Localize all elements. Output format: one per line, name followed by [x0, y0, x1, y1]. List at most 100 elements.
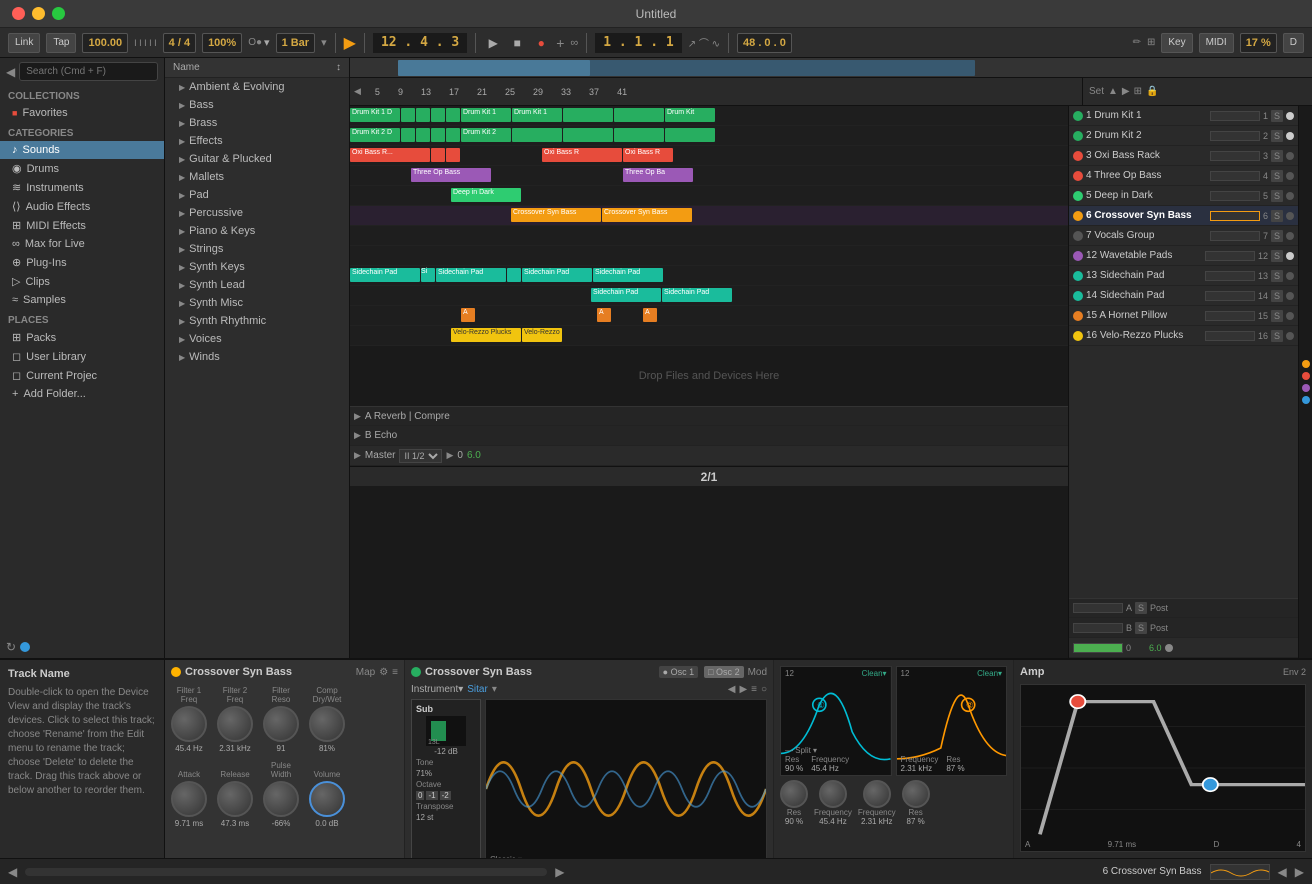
right-track-13[interactable]: 13 Sidechain Pad 13 S — [1069, 266, 1298, 286]
device-options-icon[interactable]: ≡ — [392, 667, 398, 678]
arr-track-3[interactable]: Oxi Bass R... Oxi Bass R Oxi Bass R — [350, 146, 1068, 166]
arr-track-5[interactable]: Deep in Dark — [350, 186, 1068, 206]
maximize-button[interactable] — [52, 7, 65, 20]
link-button[interactable]: Link — [8, 33, 40, 53]
track-15-arm[interactable] — [1286, 312, 1294, 320]
track-7-play-btn[interactable] — [1073, 231, 1083, 241]
minimize-button[interactable] — [32, 7, 45, 20]
sidebar-item-favorites[interactable]: ■ Favorites — [0, 104, 164, 122]
clip[interactable]: Drum Kit 1 — [461, 108, 511, 122]
track-16-solo[interactable]: S — [1271, 330, 1283, 342]
track-6-arm[interactable] — [1286, 212, 1294, 220]
clip[interactable]: Crossover Syn Bass — [602, 208, 692, 222]
browser-item-synth-lead[interactable]: ▶ Synth Lead — [165, 276, 349, 294]
status-end-left[interactable]: ◀ — [1278, 865, 1287, 879]
right-track-6[interactable]: 6 Crossover Syn Bass 6 S — [1069, 206, 1298, 226]
track-7-arm[interactable] — [1286, 232, 1294, 240]
res2-knob[interactable] — [902, 780, 930, 808]
browser-item-effects[interactable]: ▶ Effects — [165, 132, 349, 150]
browser-item-guitar[interactable]: ▶ Guitar & Plucked — [165, 150, 349, 168]
master-fader[interactable] — [1073, 643, 1123, 653]
clip[interactable] — [665, 128, 715, 142]
clip[interactable]: Three Op Ba — [623, 168, 693, 182]
right-track-16[interactable]: 16 Velo-Rezzo Plucks 16 S — [1069, 326, 1298, 346]
sidebar-item-midi-effects[interactable]: ⊞ MIDI Effects — [0, 216, 164, 235]
browser-item-strings[interactable]: ▶ Strings — [165, 240, 349, 258]
clip[interactable]: Sidechain Pad — [522, 268, 592, 282]
clip[interactable]: Three Op Bass — [411, 168, 491, 182]
clip[interactable] — [431, 148, 445, 162]
device-map-btn[interactable]: Map — [356, 667, 375, 678]
stop-button[interactable]: ■ — [508, 34, 526, 52]
status-nav-right[interactable]: ▶ — [555, 865, 564, 879]
sidebar-item-max-live[interactable]: ∞ Max for Live — [0, 235, 164, 253]
track-14-fader[interactable] — [1205, 291, 1255, 301]
track-13-fader[interactable] — [1205, 271, 1255, 281]
browser-item-percussive[interactable]: ▶ Percussive — [165, 204, 349, 222]
clip[interactable]: Sidechain Pad — [436, 268, 506, 282]
osc1-tab[interactable]: ● Osc 1 — [659, 666, 698, 678]
overview-bar[interactable] — [350, 58, 1312, 78]
arr-track-16[interactable]: Velo-Rezzo Plucks Velo-Rezzo — [350, 326, 1068, 346]
arr-track-4[interactable]: Three Op Bass Three Op Ba — [350, 166, 1068, 186]
clip[interactable]: Drum Kit 2 — [461, 128, 511, 142]
track-7-solo[interactable]: S — [1271, 230, 1283, 242]
track-4-solo[interactable]: S — [1271, 170, 1283, 182]
arr-track-1[interactable]: Drum Kit 1 D Drum Kit 1 Drum Kit 1 Drum … — [350, 106, 1068, 126]
track-14-arm[interactable] — [1286, 292, 1294, 300]
return-b-fader[interactable] — [1073, 623, 1123, 633]
right-track-14[interactable]: 14 Sidechain Pad 14 S — [1069, 286, 1298, 306]
track-1-arm[interactable] — [1286, 112, 1294, 120]
track-5-arm[interactable] — [1286, 192, 1294, 200]
browser-item-ambient[interactable]: ▶ Ambient & Evolving — [165, 78, 349, 96]
bpm-display[interactable]: 100.00 — [82, 33, 128, 53]
return-b-track[interactable]: ▶ B Echo — [350, 426, 1068, 446]
sidebar-item-audio-effects[interactable]: ⟨⟩ Audio Effects — [0, 197, 164, 216]
clip[interactable] — [431, 128, 445, 142]
clip[interactable] — [614, 108, 664, 122]
clip[interactable] — [416, 108, 430, 122]
freq1-knob[interactable] — [819, 780, 847, 808]
play-button[interactable]: ▶ — [484, 34, 502, 52]
clip[interactable] — [446, 108, 460, 122]
track-16-play-btn[interactable] — [1073, 331, 1083, 341]
right-device-mod-btn[interactable]: Mod — [748, 667, 767, 678]
track-12-play-btn[interactable] — [1073, 251, 1083, 261]
clip[interactable]: Sidechain Pad — [662, 288, 732, 302]
record-button[interactable]: ● — [532, 34, 550, 52]
track-2-fader[interactable] — [1210, 131, 1260, 141]
browser-item-pad[interactable]: ▶ Pad — [165, 186, 349, 204]
d-button[interactable]: D — [1283, 33, 1304, 53]
browser-item-brass[interactable]: ▶ Brass — [165, 114, 349, 132]
clip[interactable]: Velo-Rezzo — [522, 328, 562, 342]
track-12-arm[interactable] — [1286, 252, 1294, 260]
reso-knob[interactable] — [263, 706, 299, 742]
track-15-fader[interactable] — [1205, 311, 1255, 321]
track-2-play-btn[interactable] — [1073, 131, 1083, 141]
clip[interactable] — [401, 108, 415, 122]
set-expand-icon[interactable]: ⊞ — [1134, 86, 1142, 97]
browser-item-piano[interactable]: ▶ Piano & Keys — [165, 222, 349, 240]
return-a-solo[interactable]: S — [1135, 602, 1147, 614]
track-13-solo[interactable]: S — [1271, 270, 1283, 282]
clip[interactable] — [614, 128, 664, 142]
arr-track-7[interactable] — [350, 226, 1068, 246]
right-track-3[interactable]: 3 Oxi Bass Rack 3 S — [1069, 146, 1298, 166]
track-6-fader[interactable] — [1210, 211, 1260, 221]
sidebar-back-icon[interactable]: ◀ — [6, 65, 15, 79]
arr-track-6[interactable]: Crossover Syn Bass Crossover Syn Bass — [350, 206, 1068, 226]
track-7-fader[interactable] — [1210, 231, 1260, 241]
track-14-play-btn[interactable] — [1073, 291, 1083, 301]
sidebar-item-samples[interactable]: ≈ Samples — [0, 291, 164, 309]
right-return-b[interactable]: B S Post — [1069, 618, 1298, 638]
arr-track-15[interactable]: A A A — [350, 306, 1068, 326]
release-knob[interactable] — [217, 781, 253, 817]
track-1-fader[interactable] — [1210, 111, 1260, 121]
track-3-play-btn[interactable] — [1073, 151, 1083, 161]
sidebar-item-drums[interactable]: ◉ Drums — [0, 159, 164, 178]
quantize-value[interactable]: 1 Bar — [276, 33, 316, 53]
clip[interactable]: Sidechain Pad — [593, 268, 663, 282]
track-4-fader[interactable] — [1210, 171, 1260, 181]
freq2-knob[interactable] — [863, 780, 891, 808]
right-track-5[interactable]: 5 Deep in Dark 5 S — [1069, 186, 1298, 206]
